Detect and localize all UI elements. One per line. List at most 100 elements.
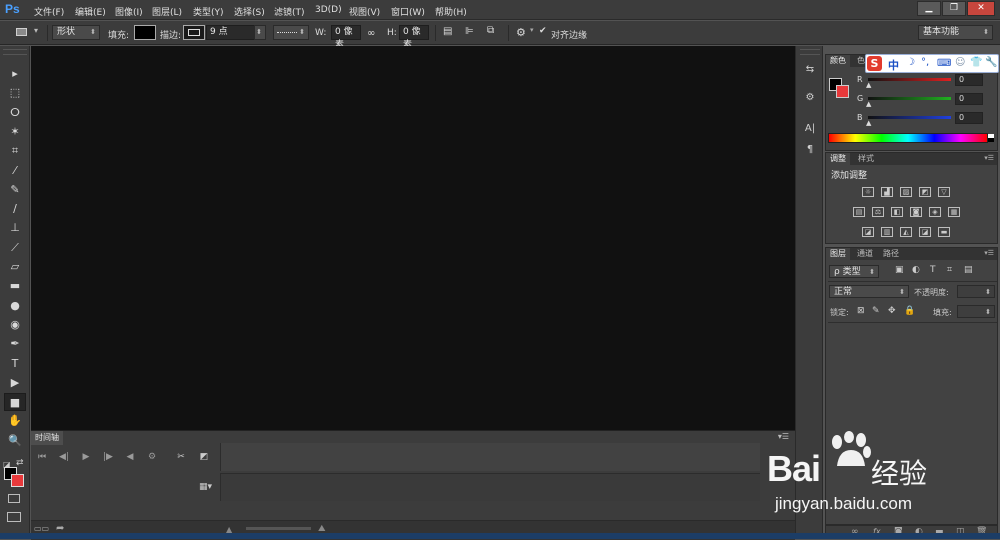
tab-layers[interactable]: 图层 xyxy=(826,248,850,260)
avatar-icon[interactable]: ☺ xyxy=(955,57,965,68)
gear-icon[interactable]: ⚙ xyxy=(516,26,526,39)
color-spectrum-bar[interactable] xyxy=(828,133,988,143)
type-icon[interactable]: T xyxy=(4,355,26,373)
document-canvas[interactable] xyxy=(31,46,795,430)
lock-paint-icon[interactable]: ✎ xyxy=(872,306,880,316)
zoom-icon[interactable]: 🔍 xyxy=(4,432,26,450)
path-arrangement-icon[interactable]: ⧉ xyxy=(487,25,494,36)
color-lookup-icon[interactable]: ▦ xyxy=(948,207,960,217)
height-field[interactable]: 0 像素 xyxy=(399,25,429,50)
timeline-ruler[interactable] xyxy=(220,443,760,471)
levels-icon[interactable]: ▟ xyxy=(881,187,893,197)
threshold-icon[interactable]: ◭ xyxy=(900,227,912,237)
selective-color-icon[interactable]: ◪ xyxy=(919,227,931,237)
fill-field[interactable] xyxy=(957,305,995,319)
channel-slider[interactable] xyxy=(868,97,951,100)
adjustment-filter-icon[interactable]: ◐ xyxy=(912,265,920,275)
chinese-mode-toggle[interactable]: 中 xyxy=(888,57,899,73)
menu-file[interactable]: 文件(F) xyxy=(34,5,64,18)
background-color-swatch[interactable] xyxy=(11,474,24,487)
tab-adjustments[interactable]: 调整 xyxy=(826,153,850,165)
sogou-logo[interactable]: S xyxy=(867,56,882,71)
chevron-down-icon[interactable]: ▾ xyxy=(530,26,534,34)
audio-icon[interactable]: ◀ xyxy=(123,452,137,466)
image-filter-icon[interactable]: ▣ xyxy=(895,265,904,275)
menu-filter[interactable]: 滤镜(T) xyxy=(274,5,305,18)
next-frame-icon[interactable]: |▶ xyxy=(101,452,115,466)
posterize-icon[interactable]: ▥ xyxy=(881,227,893,237)
channel-slider[interactable] xyxy=(868,78,951,81)
gradient-map-icon[interactable]: ▬ xyxy=(938,227,950,237)
opacity-field[interactable] xyxy=(957,285,995,299)
channel-mixer-icon[interactable]: ◈ xyxy=(929,207,941,217)
eyedropper-icon[interactable]: ⁄ xyxy=(4,162,26,180)
black-swatch[interactable] xyxy=(988,138,994,142)
slider-thumb-icon[interactable]: ▲ xyxy=(866,119,871,127)
panel-grip[interactable] xyxy=(3,49,27,55)
first-frame-icon[interactable]: ⏮ xyxy=(35,452,49,466)
prev-frame-icon[interactable]: ◀| xyxy=(57,452,71,466)
magic-wand-icon[interactable]: ✶ xyxy=(4,123,26,141)
play-icon[interactable]: ▶ xyxy=(79,452,93,466)
exposure-icon[interactable]: ◩ xyxy=(919,187,931,197)
fill-swatch[interactable] xyxy=(134,25,156,40)
menu-help[interactable]: 帮助(H) xyxy=(435,5,467,18)
panel-menu-icon[interactable]: ▾☰ xyxy=(984,154,994,162)
pen-icon[interactable]: ✒ xyxy=(4,335,26,353)
link-icon[interactable]: ∞ xyxy=(367,28,375,39)
screen-mode-icon[interactable] xyxy=(7,512,21,522)
wrench-icon[interactable]: 🔧 xyxy=(985,57,997,68)
restore-button[interactable]: ❐ xyxy=(942,1,966,16)
settings-icon[interactable]: ⚙ xyxy=(145,452,159,466)
hue-sat-icon[interactable]: ▤ xyxy=(853,207,865,217)
workspace-select[interactable]: 基本功能 xyxy=(918,25,993,40)
menu-3d[interactable]: 3D(D) xyxy=(315,5,342,15)
close-button[interactable]: ✕ xyxy=(967,1,995,16)
clone-stamp-icon[interactable]: ⊥ xyxy=(4,219,26,237)
paragraph-icon[interactable]: ¶ xyxy=(801,144,819,160)
gradient-icon[interactable]: ▬ xyxy=(4,277,26,295)
zoom-slider[interactable] xyxy=(246,527,311,530)
channel-slider[interactable] xyxy=(868,116,951,119)
channel-value-field[interactable]: 0 xyxy=(955,112,983,124)
color-balance-icon[interactable]: ⚖ xyxy=(872,207,884,217)
skin-icon[interactable]: 👕 xyxy=(970,57,982,68)
tab-color[interactable]: 颜色 xyxy=(826,55,850,67)
split-icon[interactable]: ✂ xyxy=(174,452,188,466)
brightness-icon[interactable]: ☼ xyxy=(862,187,874,197)
path-alignment-icon[interactable]: ⊫ xyxy=(465,26,474,37)
menu-layer[interactable]: 图层(L) xyxy=(152,5,182,18)
history-brush-icon[interactable]: ⟋ xyxy=(4,239,26,257)
swap-colors-icon[interactable]: ⇄ xyxy=(16,458,24,468)
menu-window[interactable]: 窗口(W) xyxy=(391,5,425,18)
menu-view[interactable]: 视图(V) xyxy=(349,5,380,18)
shape-filter-icon[interactable]: ⌗ xyxy=(947,265,952,275)
invert-icon[interactable]: ◪ xyxy=(862,227,874,237)
layer-filter-select[interactable]: ρ 类型 xyxy=(829,265,879,279)
blur-icon[interactable]: ● xyxy=(4,297,26,315)
tab-paths[interactable]: 路径 xyxy=(879,248,903,260)
panel-grip[interactable] xyxy=(800,49,820,55)
channel-value-field[interactable]: 0 xyxy=(955,74,983,86)
menu-select[interactable]: 选择(S) xyxy=(234,5,265,18)
stroke-swatch[interactable] xyxy=(183,25,205,40)
history-icon[interactable]: ⇆ xyxy=(801,64,819,80)
crop-icon[interactable]: ⌗ xyxy=(4,142,26,160)
character-icon[interactable]: A| xyxy=(801,123,819,139)
photo-filter-icon[interactable]: ◙ xyxy=(910,207,922,217)
channel-value-field[interactable]: 0 xyxy=(955,93,983,105)
path-operations-icon[interactable]: ▤ xyxy=(443,26,452,37)
stroke-type-select[interactable] xyxy=(273,25,309,40)
lock-pixels-icon[interactable]: ⊠ xyxy=(857,306,865,316)
lasso-icon[interactable]: ⵔ xyxy=(4,104,26,122)
menu-image[interactable]: 图像(I) xyxy=(115,5,143,18)
vibrance-icon[interactable]: ▽ xyxy=(938,187,950,197)
properties-icon[interactable]: ⚙ xyxy=(801,92,819,108)
tab-channels[interactable]: 通道 xyxy=(853,248,877,260)
film-icon[interactable]: ▦▾ xyxy=(199,482,212,492)
brush-icon[interactable]: ∕ xyxy=(4,200,26,218)
lock-all-icon[interactable]: 🔒 xyxy=(904,306,915,316)
width-field[interactable]: 0 像素 xyxy=(331,25,361,50)
smart-object-filter-icon[interactable]: ▤ xyxy=(964,265,973,275)
quick-mask-icon[interactable] xyxy=(8,494,20,503)
